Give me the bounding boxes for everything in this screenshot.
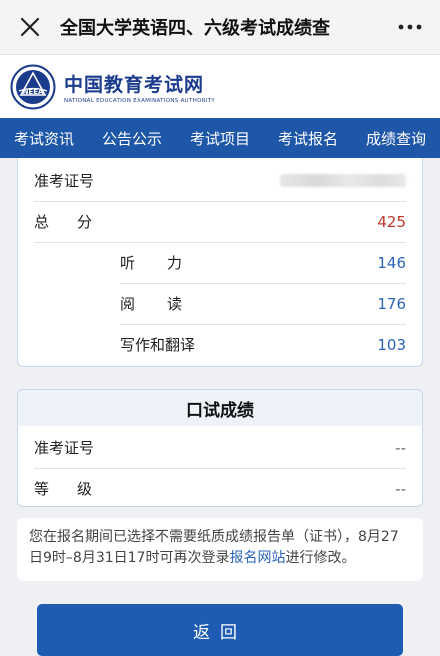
nav-item-exam-programs[interactable]: 考试项目 [176,118,264,158]
oral-card-title: 口试成绩 [18,390,422,426]
main-nav: 考试资讯 公告公示 考试项目 考试报名 成绩查询 [0,118,440,158]
oral-score-card: 口试成绩 准考证号 -- 等级 -- [17,389,423,507]
site-logo[interactable]: 中国教育考试网 NATIONAL EDUCATION EXAMINATIONS … [64,70,215,104]
more-icon [398,24,422,30]
logo-chinese: 中国教育考试网 [64,73,205,96]
ticket-number-redacted [280,174,406,187]
back-button[interactable]: 返回 [37,604,403,656]
nav-item-score-query[interactable]: 成绩查询 [352,118,440,158]
writing-row: 写作和翻译 103 [120,324,406,365]
notice-text-end: 进行修改。 [285,550,356,566]
close-icon [20,17,40,37]
neea-logo-icon[interactable]: NEEA [10,64,56,110]
reading-label: 阅读 [120,295,215,313]
top-bar: 全国大学英语四、六级考试成绩查 [0,0,440,55]
certificate-notice: 您在报名期间已选择不需要纸质成绩报告单（证书），8月27日9时–8月31日17时… [17,518,423,581]
oral-grade-row: 等级 -- [34,468,406,509]
page-title: 全国大学英语四、六级考试成绩查 [60,18,330,39]
writing-label: 写作和翻译 [120,336,196,354]
nav-item-registration[interactable]: 考试报名 [264,118,352,158]
logo-english: NATIONAL EDUCATION EXAMINATIONS AUTHORIT… [64,97,216,104]
nav-item-news[interactable]: 考试资讯 [0,118,88,158]
close-button[interactable] [0,0,60,54]
listening-score: 146 [377,253,406,272]
ticket-label: 准考证号 [34,172,95,190]
total-row: 总分 425 [34,201,406,243]
listening-row: 听力 146 [120,242,406,284]
oral-grade-label: 等级 [34,480,121,498]
listening-label: 听力 [120,254,215,272]
seal-text: NEEA [23,88,44,96]
oral-ticket-label: 准考证号 [34,439,95,457]
more-button[interactable] [380,0,440,54]
written-score-card: 准考证号 总分 425 听力 146 阅读 176 写作和翻译 103 [17,158,423,367]
writing-score: 103 [377,335,406,354]
oral-grade-value: -- [395,479,406,498]
nav-item-announcements[interactable]: 公告公示 [88,118,176,158]
reading-score: 176 [377,294,406,313]
oral-ticket-value: -- [395,438,406,457]
total-score: 425 [377,212,406,231]
oral-ticket-row: 准考证号 -- [34,427,406,469]
ticket-row: 准考证号 [34,160,406,202]
site-header: NEEA 中国教育考试网 NATIONAL EDUCATION EXAMINAT… [0,55,440,118]
total-label: 总分 [34,213,121,231]
reading-row: 阅读 176 [120,283,406,325]
registration-site-link[interactable]: 报名网站 [229,550,285,566]
